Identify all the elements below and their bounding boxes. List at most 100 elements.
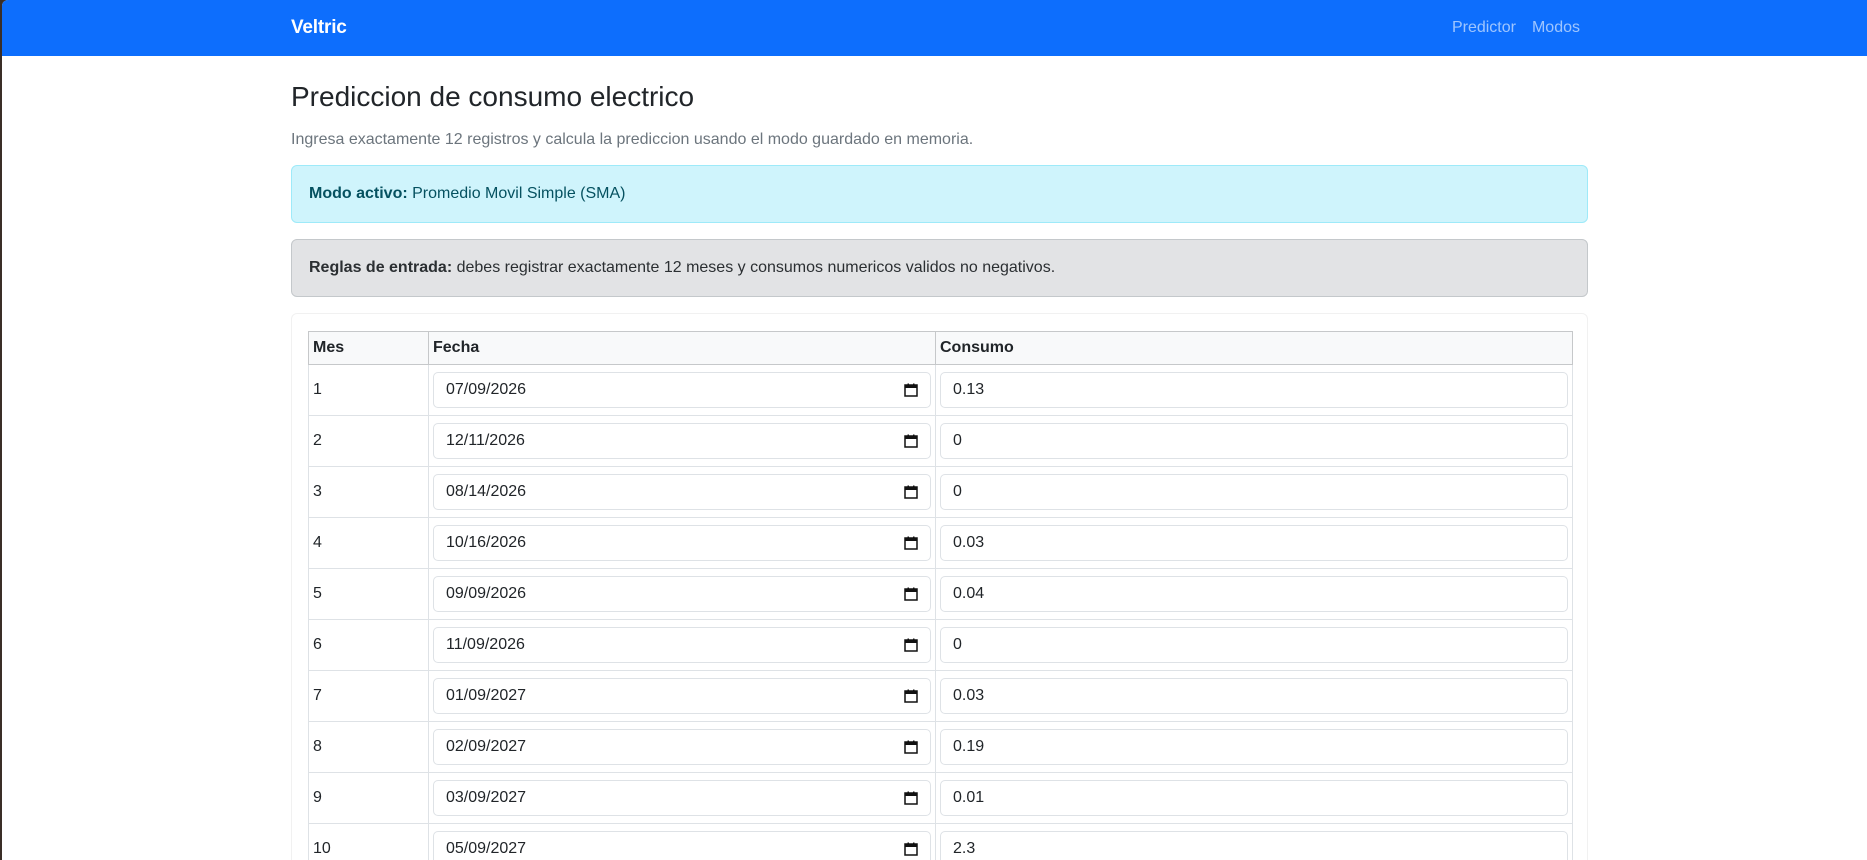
rules-alert: Reglas de entrada: debes registrar exact…	[291, 238, 1588, 297]
date-input[interactable]: 12/11/2026	[433, 422, 931, 459]
table-row: 9 03/09/2027 0.01	[308, 771, 1573, 824]
consumption-cell: 2.3	[935, 822, 1573, 860]
consumption-input[interactable]: 0	[940, 422, 1568, 459]
table-row: 8 02/09/2027 0.19	[308, 720, 1573, 773]
rules-alert-value: debes registrar exactamente 12 meses y c…	[456, 258, 1056, 276]
date-cell: 05/09/2027	[428, 822, 936, 860]
calendar-icon[interactable]	[904, 689, 918, 703]
date-input-value: 11/09/2026	[446, 635, 525, 653]
rules-alert-label: Reglas de entrada:	[309, 258, 453, 276]
consumption-cell: 0	[935, 414, 1573, 467]
table-row: 7 01/09/2027 0.03	[308, 669, 1573, 722]
header-consumo: Consumo	[935, 330, 1573, 365]
date-input-value: 09/09/2026	[446, 584, 527, 602]
header-mes: Mes	[308, 330, 429, 365]
date-input-value: 03/09/2027	[446, 788, 527, 806]
date-cell: 01/09/2027	[428, 669, 936, 722]
browser-viewport: Veltric Predictor Modos Prediccion de co…	[2, 0, 1867, 860]
main-content: Prediccion de consumo electrico Ingresa …	[291, 56, 1588, 860]
consumption-cell: 0.04	[935, 567, 1573, 620]
date-cell: 02/09/2027	[428, 720, 936, 773]
calendar-icon[interactable]	[904, 485, 918, 499]
consumption-input[interactable]: 0.13	[940, 371, 1568, 408]
date-cell: 12/11/2026	[428, 414, 936, 467]
date-input[interactable]: 01/09/2027	[433, 677, 931, 714]
month-number-cell: 7	[308, 669, 429, 722]
table-header-row: Mes Fecha Consumo	[308, 330, 1573, 365]
month-number-cell: 9	[308, 771, 429, 824]
top-navbar: Veltric Predictor Modos	[2, 0, 1867, 56]
calendar-icon[interactable]	[904, 434, 918, 448]
calendar-icon[interactable]	[904, 383, 918, 397]
date-input[interactable]: 02/09/2027	[433, 728, 931, 765]
table-row: 1 07/09/2026 0.13	[308, 363, 1573, 416]
table-row: 6 11/09/2026 0	[308, 618, 1573, 671]
table-row: 4 10/16/2026 0.03	[308, 516, 1573, 569]
brand-logo[interactable]: Veltric	[291, 17, 347, 39]
consumption-cell: 0	[935, 618, 1573, 671]
date-cell: 03/09/2027	[428, 771, 936, 824]
nav-link-modos[interactable]: Modos	[1532, 19, 1580, 37]
date-input-value: 07/09/2026	[446, 380, 527, 398]
consumption-cell: 0	[935, 465, 1573, 518]
date-input-value: 01/09/2027	[446, 686, 527, 704]
consumption-cell: 0.03	[935, 669, 1573, 722]
page-title: Prediccion de consumo electrico	[291, 81, 695, 112]
month-number-cell: 10	[308, 822, 429, 860]
consumption-cell: 0.13	[935, 363, 1573, 416]
consumption-input[interactable]: 0.01	[940, 779, 1568, 816]
date-input-value: 02/09/2027	[446, 737, 527, 755]
date-input[interactable]: 10/16/2026	[433, 524, 931, 561]
date-input-value: 12/11/2026	[446, 431, 525, 449]
calendar-icon[interactable]	[904, 638, 918, 652]
date-cell: 11/09/2026	[428, 618, 936, 671]
date-input[interactable]: 08/14/2026	[433, 473, 931, 510]
header-fecha: Fecha	[428, 330, 936, 365]
table-body: 1 07/09/2026 0.13 2 12/11/2026 0 3 08/14/2026 0 4…	[308, 363, 1573, 860]
month-number-cell: 3	[308, 465, 429, 518]
date-input-value: 08/14/2026	[446, 482, 527, 500]
nav-links: Predictor Modos	[1452, 19, 1580, 37]
table-row: 5 09/09/2026 0.04	[308, 567, 1573, 620]
calendar-icon[interactable]	[904, 842, 918, 856]
records-card: Mes Fecha Consumo 1 07/09/2026 0.13 2 12/11/…	[291, 312, 1588, 860]
date-input[interactable]: 05/09/2027	[433, 830, 931, 860]
date-cell: 09/09/2026	[428, 567, 936, 620]
date-input[interactable]: 07/09/2026	[433, 371, 931, 408]
consumption-input[interactable]: 0.03	[940, 677, 1568, 714]
date-cell: 07/09/2026	[428, 363, 936, 416]
consumption-input[interactable]: 0.03	[940, 524, 1568, 561]
page-subtitle: Ingresa exactamente 12 registros y calcu…	[291, 130, 974, 148]
month-number-cell: 1	[308, 363, 429, 416]
month-number-cell: 5	[308, 567, 429, 620]
month-number-cell: 2	[308, 414, 429, 467]
calendar-icon[interactable]	[904, 587, 918, 601]
date-input-value: 10/16/2026	[446, 533, 527, 551]
nav-link-predictor[interactable]: Predictor	[1452, 19, 1516, 37]
calendar-icon[interactable]	[904, 536, 918, 550]
date-input[interactable]: 11/09/2026	[433, 626, 931, 663]
mode-alert-value: Promedio Movil Simple (SMA)	[412, 184, 626, 202]
date-cell: 10/16/2026	[428, 516, 936, 569]
records-table: Mes Fecha Consumo 1 07/09/2026 0.13 2 12/11/…	[308, 330, 1573, 860]
date-input[interactable]: 03/09/2027	[433, 779, 931, 816]
consumption-cell: 0.01	[935, 771, 1573, 824]
calendar-icon[interactable]	[904, 740, 918, 754]
consumption-input[interactable]: 0.19	[940, 728, 1568, 765]
date-cell: 08/14/2026	[428, 465, 936, 518]
mode-alert-label: Modo activo:	[309, 184, 408, 202]
consumption-input[interactable]: 0	[940, 626, 1568, 663]
month-number-cell: 6	[308, 618, 429, 671]
consumption-cell: 0.03	[935, 516, 1573, 569]
consumption-input[interactable]: 0	[940, 473, 1568, 510]
consumption-input[interactable]: 2.3	[940, 830, 1568, 860]
month-number-cell: 4	[308, 516, 429, 569]
date-input[interactable]: 09/09/2026	[433, 575, 931, 612]
table-row: 2 12/11/2026 0	[308, 414, 1573, 467]
consumption-input[interactable]: 0.04	[940, 575, 1568, 612]
mode-alert: Modo activo: Promedio Movil Simple (SMA)	[291, 164, 1588, 223]
table-row: 10 05/09/2027 2.3	[308, 822, 1573, 860]
date-input-value: 05/09/2027	[446, 839, 527, 857]
calendar-icon[interactable]	[904, 791, 918, 805]
table-row: 3 08/14/2026 0	[308, 465, 1573, 518]
